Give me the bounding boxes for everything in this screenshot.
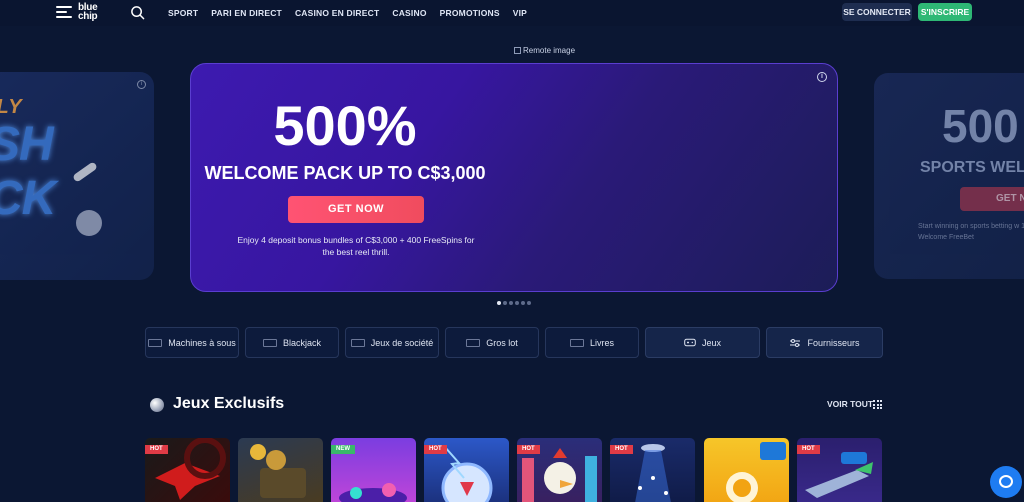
gamepad-icon xyxy=(684,338,696,347)
slide-right-button[interactable]: GET N xyxy=(960,187,1024,211)
carousel-slide-previous[interactable]: i ILY SH CK xyxy=(0,72,154,280)
section-title: Jeux Exclusifs xyxy=(173,395,285,412)
rocket-illustration xyxy=(72,161,98,183)
game-tile[interactable] xyxy=(238,438,323,502)
promo-description: Enjoy 4 deposit bonus bundles of C$3,000… xyxy=(237,235,475,257)
nav-casino[interactable]: CASINO xyxy=(392,8,426,18)
hot-badge: HOT xyxy=(797,445,820,454)
game-tile[interactable]: NEW xyxy=(331,438,416,502)
login-button[interactable]: SE CONNECTER xyxy=(842,3,912,21)
moon-illustration xyxy=(76,210,102,236)
game-tile[interactable]: HOT xyxy=(424,438,509,502)
category-jeux[interactable]: Jeux xyxy=(645,327,760,358)
carousel-dot[interactable] xyxy=(515,301,519,305)
see-all-link[interactable]: VOIR TOUT xyxy=(827,399,873,409)
game-tile[interactable]: HOT xyxy=(610,438,695,502)
slide-right-headline: 500 xyxy=(942,100,1019,152)
signup-button[interactable]: S'INSCRIRE xyxy=(918,3,972,21)
game-tile[interactable]: HOT xyxy=(145,438,230,502)
promo-subheadline: WELCOME PACK UP TO C$3,000 xyxy=(204,163,486,183)
game-tile[interactable] xyxy=(704,438,789,502)
nav-vip[interactable]: VIP xyxy=(513,8,527,18)
sliders-icon xyxy=(790,338,801,347)
nav-promotions[interactable]: PROMOTIONS xyxy=(440,8,500,18)
nav-pari-en-direct[interactable]: PARI EN DIRECT xyxy=(211,8,282,18)
search-icon[interactable] xyxy=(130,5,145,20)
category-machines-a-sous[interactable]: Machines à sous xyxy=(145,327,239,358)
info-icon[interactable]: i xyxy=(817,72,827,82)
promo-headline: 500% xyxy=(273,94,417,157)
top-navigation-bar: blue chip SPORT PARI EN DIRECT CASINO EN… xyxy=(0,0,1024,26)
exclusive-games-icon xyxy=(150,398,164,412)
grid-view-icon[interactable] xyxy=(873,400,882,409)
slide-right-description: Start winning on sports betting w 100% m… xyxy=(918,223,1024,241)
bluechip-logo[interactable]: blue chip xyxy=(78,3,98,22)
chat-icon xyxy=(999,475,1013,488)
carousel-dot[interactable] xyxy=(497,301,501,305)
carousel-dot[interactable] xyxy=(527,301,531,305)
broken-image-icon xyxy=(514,47,521,54)
carousel-dot[interactable] xyxy=(509,301,513,305)
category-fournisseurs[interactable]: Fournisseurs xyxy=(766,327,883,358)
info-icon[interactable]: i xyxy=(137,80,146,89)
table-games-icon xyxy=(350,338,365,347)
books-icon xyxy=(569,338,584,347)
chat-support-button[interactable] xyxy=(990,466,1022,498)
carousel-dot[interactable] xyxy=(503,301,507,305)
slide-left-headline: SH CK xyxy=(0,118,56,225)
main-nav: SPORT PARI EN DIRECT CASINO EN DIRECT CA… xyxy=(168,0,527,26)
menu-icon[interactable] xyxy=(56,6,72,18)
carousel-pagination xyxy=(497,301,531,305)
game-artwork xyxy=(250,444,306,498)
hot-badge: HOT xyxy=(145,445,168,454)
game-tile[interactable]: HOT xyxy=(517,438,602,502)
category-livres[interactable]: Livres xyxy=(545,327,639,358)
game-tile[interactable]: HOT xyxy=(797,438,882,502)
slide-right-subheadline: SPORTS WELC xyxy=(920,159,1024,176)
category-blackjack[interactable]: Blackjack xyxy=(245,327,339,358)
new-badge: NEW xyxy=(331,445,355,454)
hot-badge: HOT xyxy=(517,445,540,454)
get-now-button[interactable]: GET NOW xyxy=(288,196,424,223)
remote-image-placeholder: Remote image xyxy=(514,46,575,55)
game-artwork xyxy=(726,442,786,502)
hot-badge: HOT xyxy=(424,445,447,454)
slide-left-title: ILY xyxy=(0,96,23,118)
nav-casino-en-direct[interactable]: CASINO EN DIRECT xyxy=(295,8,379,18)
hot-badge: HOT xyxy=(610,445,633,454)
slots-icon xyxy=(148,338,163,347)
nav-sport[interactable]: SPORT xyxy=(168,8,198,18)
carousel-slide-next[interactable]: 500 SPORTS WELC GET N Start winning on s… xyxy=(874,73,1024,279)
carousel-slide-active[interactable]: i 500% WELCOME PACK UP TO C$3,000 GET NO… xyxy=(190,63,838,292)
category-jeux-de-societe[interactable]: Jeux de société xyxy=(345,327,439,358)
jackpot-icon xyxy=(466,338,481,347)
carousel-dot[interactable] xyxy=(521,301,525,305)
category-gros-lot[interactable]: Gros lot xyxy=(445,327,539,358)
blackjack-icon xyxy=(262,338,277,347)
